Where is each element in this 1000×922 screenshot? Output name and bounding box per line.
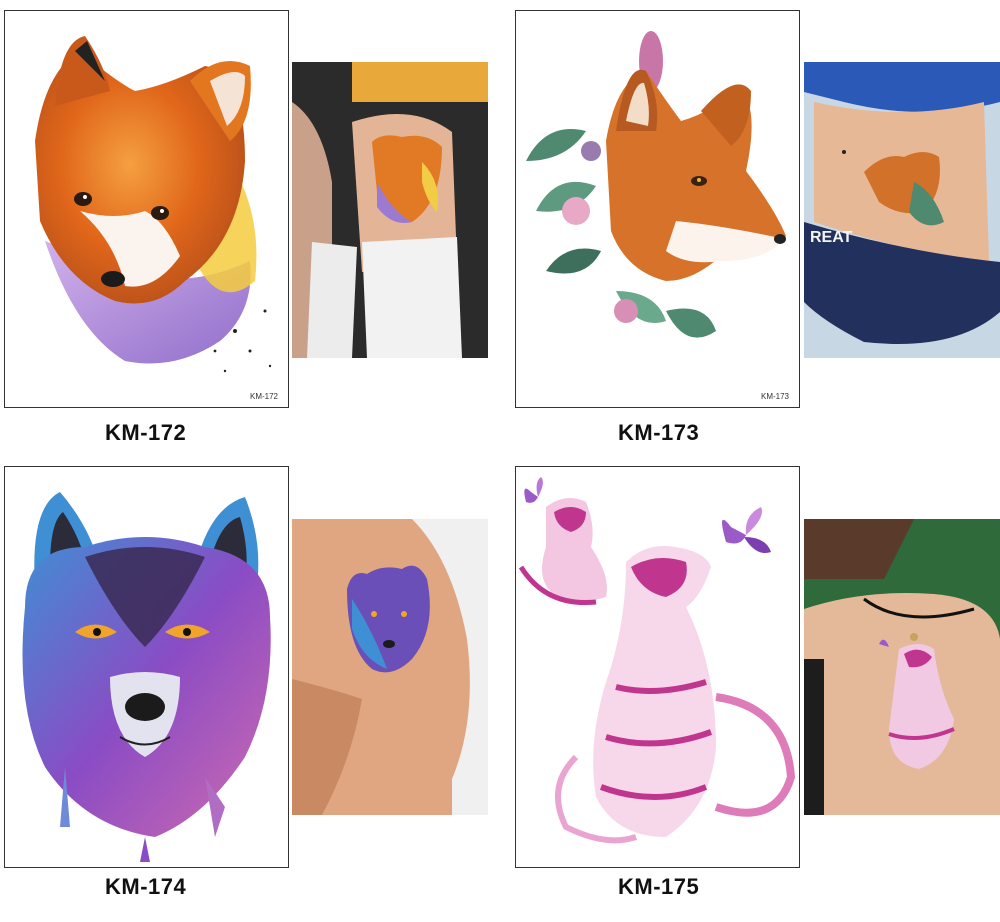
fox-flowers-illustration (526, 31, 786, 338)
back-photo (804, 519, 1000, 815)
sheet-code-label: KM-172 (249, 392, 278, 401)
product-photo[interactable] (804, 519, 1000, 815)
product-card-km-173[interactable]: KM-173 REAT KM-173 (500, 0, 1000, 461)
waist-photo: REAT (804, 62, 1000, 358)
fox-illustration (35, 36, 272, 373)
tattoo-sheet[interactable] (515, 466, 800, 868)
arm-photo (292, 519, 488, 815)
product-photo[interactable] (292, 519, 488, 815)
tattoo-sheet[interactable] (4, 466, 289, 868)
product-card-km-172[interactable]: KM-172 KM-172 (0, 0, 500, 461)
product-code: KM-174 (105, 874, 187, 899)
tattoo-sheet[interactable]: KM-172 (4, 10, 289, 408)
tiger-illustration (518, 477, 796, 844)
product-card-km-174[interactable]: KM-174 (0, 461, 500, 922)
product-code: KM-175 (618, 874, 700, 899)
product-code: KM-172 (105, 420, 187, 445)
product-card-km-175[interactable]: KM-175 (500, 461, 1000, 922)
product-photo[interactable] (292, 62, 488, 358)
product-photo[interactable]: REAT (804, 62, 1000, 358)
leg-photo (292, 62, 488, 358)
sheet-code-label: KM-173 (760, 392, 789, 401)
shorts-text: REAT (810, 229, 853, 246)
product-code: KM-173 (618, 420, 700, 445)
wolf-illustration (22, 492, 271, 862)
tattoo-sheet[interactable]: KM-173 (515, 10, 800, 408)
